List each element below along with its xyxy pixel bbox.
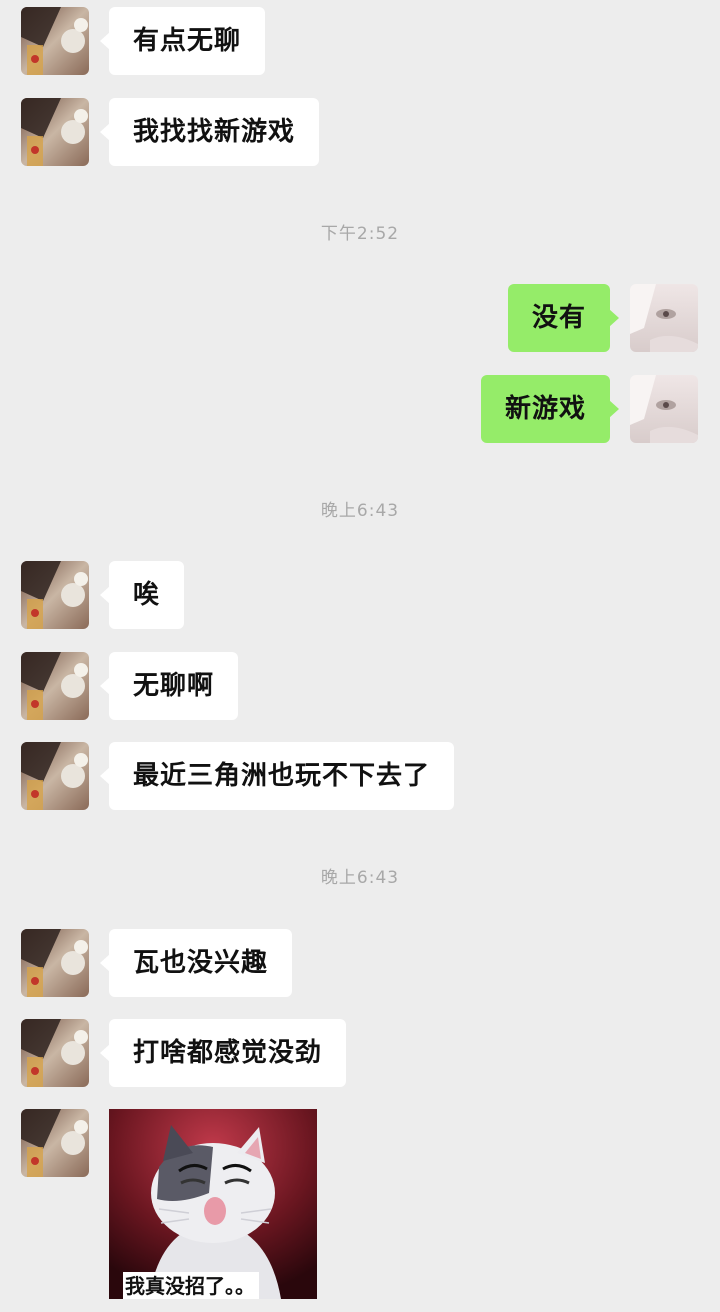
contact-avatar[interactable]	[21, 652, 89, 720]
incoming-message-bubble[interactable]: 我找找新游戏	[99, 98, 320, 166]
timestamp-divider: 晚上6:43	[320, 501, 400, 521]
timestamp-divider: 下午2:52	[320, 224, 400, 244]
contact-avatar[interactable]	[21, 1019, 89, 1087]
incoming-message-bubble[interactable]: 瓦也没兴趣	[99, 929, 293, 997]
contact-avatar[interactable]	[21, 7, 89, 75]
incoming-message-bubble[interactable]: 最近三角洲也玩不下去了	[99, 742, 455, 810]
contact-avatar[interactable]	[21, 1109, 89, 1177]
contact-avatar[interactable]	[21, 98, 89, 166]
incoming-message-bubble[interactable]: 唉	[99, 561, 185, 629]
cat-sticker-image	[109, 1109, 317, 1299]
self-avatar[interactable]	[630, 284, 698, 352]
incoming-message-bubble[interactable]: 有点无聊	[99, 7, 266, 75]
incoming-message-bubble[interactable]: 打啥都感觉没劲	[99, 1019, 347, 1087]
self-avatar[interactable]	[630, 375, 698, 443]
sticker-message[interactable]: 我真没招了。。	[109, 1109, 317, 1299]
outgoing-message-bubble[interactable]: 新游戏	[480, 375, 620, 443]
incoming-message-bubble[interactable]: 无聊啊	[99, 652, 239, 720]
sticker-caption: 我真没招了。。	[123, 1272, 259, 1299]
contact-avatar[interactable]	[21, 742, 89, 810]
contact-avatar[interactable]	[21, 561, 89, 629]
timestamp-divider: 晚上6:43	[320, 868, 400, 888]
outgoing-message-bubble[interactable]: 没有	[507, 284, 620, 352]
contact-avatar[interactable]	[21, 929, 89, 997]
